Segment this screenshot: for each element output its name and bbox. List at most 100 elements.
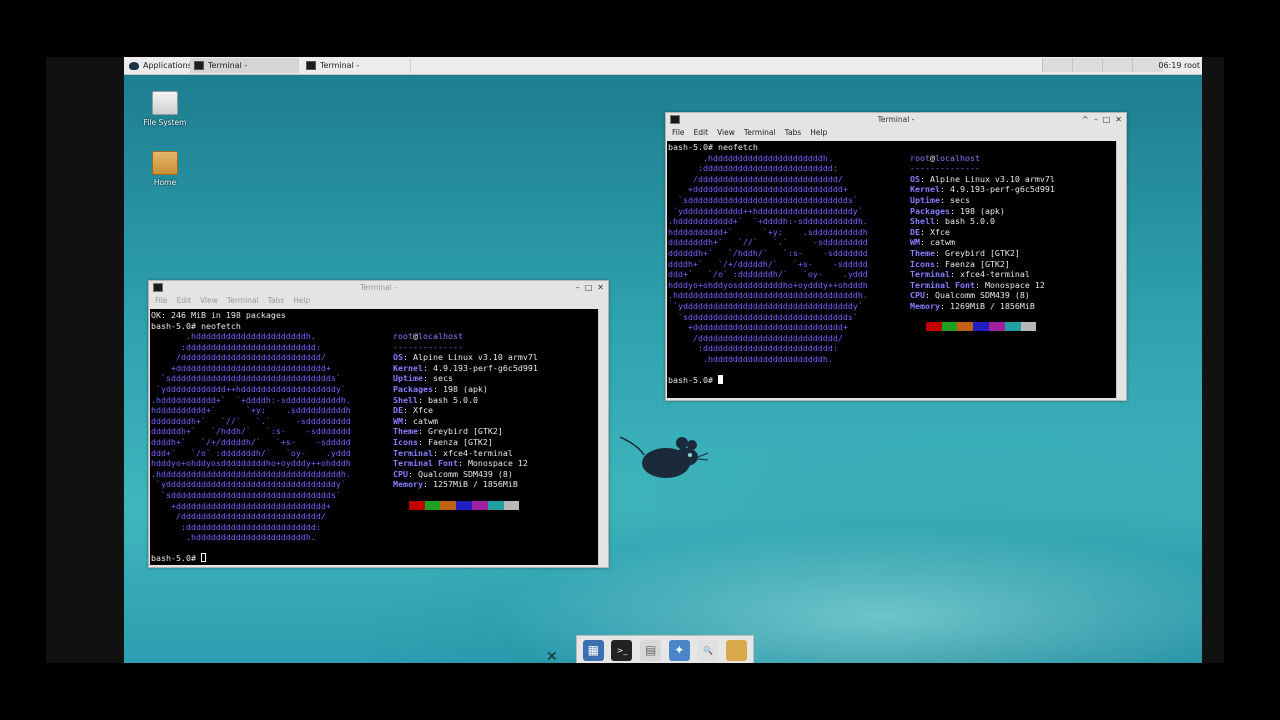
color-swatch [487, 501, 504, 510]
workspace-3[interactable] [1102, 58, 1133, 72]
menu-view[interactable]: View [717, 126, 735, 139]
output-line: OK: 246 MiB in 198 packages [151, 310, 286, 320]
show-desktop-icon[interactable]: ▦ [582, 639, 604, 661]
info-value: secs [949, 194, 970, 205]
taskbar-button-terminal-2[interactable]: Terminal - [302, 58, 411, 73]
info-value: bash 5.0.0 [944, 216, 995, 227]
info-value: 1257MiB / 1856MiB [432, 479, 518, 490]
letterbox-left [46, 57, 124, 663]
menu-edit[interactable]: Edit [694, 126, 709, 139]
info-key: Packages [910, 205, 950, 216]
info-key: Kernel [393, 362, 423, 373]
prompt: bash-5.0# [151, 553, 196, 563]
info-value: 198 (apk) [442, 383, 488, 394]
maximize-button[interactable]: □ [1103, 113, 1111, 126]
info-key: WM [910, 237, 920, 248]
taskbar-button-terminal-1[interactable]: Terminal - [190, 58, 299, 73]
info-key: OS [910, 173, 920, 184]
system-info: root@localhost -------------- OS: Alpine… [393, 331, 538, 490]
info-value: catwm [413, 415, 438, 426]
menu-help[interactable]: Help [293, 294, 310, 307]
info-key: Uptime [910, 194, 940, 205]
info-key: CPU [910, 290, 925, 301]
app-finder-icon[interactable]: 🔍 [697, 639, 719, 661]
info-key: Terminal [910, 269, 950, 280]
web-browser-icon[interactable]: ✦ [668, 639, 690, 661]
info-key: Icons [393, 436, 418, 447]
info-key: Theme [393, 426, 418, 437]
shade-button[interactable]: ^ [1082, 113, 1089, 126]
info-key: Theme [910, 247, 935, 258]
info-value: 4.9.193-perf-g6c5d991 [432, 362, 538, 373]
close-button[interactable]: ✕ [597, 281, 604, 294]
scrollbar[interactable] [598, 309, 606, 565]
desktop-icon-home[interactable]: Home [135, 151, 195, 187]
title-bar[interactable]: Terminal - ^ – □ ✕ [666, 113, 1126, 126]
workspace-1[interactable] [1042, 58, 1073, 72]
scrollbar[interactable] [1116, 141, 1124, 398]
title-bar[interactable]: Terminal - – □ ✕ [149, 281, 608, 294]
color-swatch [1020, 322, 1037, 331]
info-value: 198 (apk) [959, 205, 1005, 216]
terminal-output[interactable]: OK: 246 MiB in 198 packages bash-5.0# ne… [150, 309, 606, 565]
close-button[interactable]: ✕ [1115, 113, 1122, 126]
applications-menu-button[interactable]: Applications [126, 58, 195, 73]
menu-help[interactable]: Help [810, 126, 827, 139]
workspace-2[interactable] [1072, 58, 1103, 72]
info-value: Greybird [GTK2] [944, 247, 1020, 258]
menu-view[interactable]: View [200, 294, 218, 307]
terminal-output[interactable]: bash-5.0# neofetch .hddddddddddddddddddd… [667, 141, 1124, 398]
info-key: Shell [910, 216, 935, 227]
info-key: DE [393, 405, 403, 416]
prompt-line[interactable]: bash-5.0# [668, 375, 723, 386]
hostname: localhost [417, 331, 463, 341]
info-key: DE [910, 226, 920, 237]
desktop-icon-label: File System [143, 118, 187, 127]
dock-handle-icon[interactable]: ✕ [546, 649, 558, 663]
folder-icon[interactable] [726, 639, 748, 661]
info-key: CPU [393, 468, 408, 479]
clock[interactable]: 06:19 root [1158, 58, 1200, 73]
prompt-line[interactable]: bash-5.0# [151, 553, 206, 564]
menu-file[interactable]: File [672, 126, 685, 139]
color-swatch [988, 322, 1005, 331]
desktop[interactable]: Applications Terminal - Terminal - 06:19… [124, 57, 1202, 663]
minimize-button[interactable]: – [1094, 113, 1098, 126]
info-value: Monospace 12 [984, 279, 1045, 290]
maximize-button[interactable]: □ [585, 281, 593, 294]
file-manager-icon[interactable]: ▤ [640, 639, 662, 661]
info-value: Xfce [413, 405, 433, 416]
info-key: OS [393, 352, 403, 363]
info-key: Shell [393, 394, 418, 405]
info-value: xfce4-terminal [959, 269, 1030, 280]
menu-tabs[interactable]: Tabs [268, 294, 285, 307]
minimize-button[interactable]: – [576, 281, 580, 294]
menu-terminal[interactable]: Terminal [744, 126, 776, 139]
window-title: Terminal - [877, 115, 915, 124]
terminal-icon [306, 61, 316, 70]
hostname: localhost [934, 152, 980, 163]
color-swatch [973, 322, 989, 331]
separator: -------------- [393, 341, 463, 352]
menu-file[interactable]: File [155, 294, 168, 307]
bottom-dock: ▦ >_ ▤ ✦ 🔍 [576, 635, 754, 663]
menu-terminal[interactable]: Terminal [227, 294, 259, 307]
info-value: secs [432, 373, 453, 384]
terminal-window-right[interactable]: Terminal - ^ – □ ✕ File Edit View Termin… [665, 112, 1127, 401]
desktop-icon-file-system[interactable]: File System [135, 91, 195, 127]
terminal-icon[interactable]: >_ [611, 639, 633, 661]
menu-edit[interactable]: Edit [177, 294, 192, 307]
terminal-icon [153, 283, 163, 292]
folder-icon [152, 151, 178, 175]
taskbar-label: Terminal - [208, 61, 248, 70]
info-value: Xfce [930, 226, 950, 237]
menu-tabs[interactable]: Tabs [785, 126, 802, 139]
color-swatch [910, 322, 926, 331]
username: root [910, 152, 930, 163]
username: root [393, 331, 413, 341]
color-swatch [440, 501, 457, 510]
info-key: Terminal Font [393, 458, 458, 469]
terminal-window-left[interactable]: Terminal - – □ ✕ File Edit View Terminal… [148, 280, 609, 568]
info-key: Memory [393, 479, 423, 490]
info-value: Alpine Linux v3.10 armv7l [413, 352, 538, 363]
